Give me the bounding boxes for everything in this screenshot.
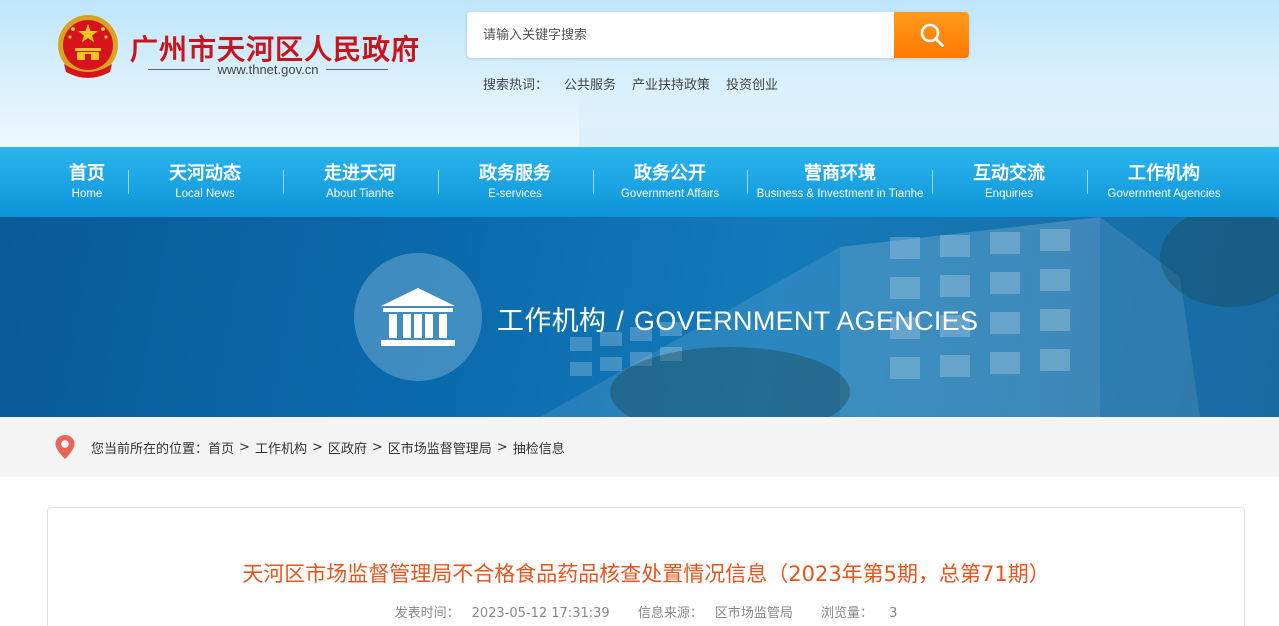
breadcrumb-link-district-government[interactable]: 区政府 (328, 438, 367, 457)
nav-item-sublabel: Government Affairs (620, 187, 720, 200)
page-banner: 工作机构 / GOVERNMENT AGENCIES (0, 217, 1279, 417)
nav-item-label: 首页 (69, 162, 105, 184)
hot-search-words: 搜索热词： 公共服务 产业扶持政策 投资创业 (483, 74, 778, 93)
breadcrumb-separator: > (496, 439, 508, 455)
view-count-label: 浏览量： (820, 606, 873, 621)
nav-divider (932, 170, 933, 194)
nav-item-label: 营商环境 (804, 162, 876, 184)
breadcrumb-separator: > (311, 439, 323, 455)
banner-title-slash: / (616, 306, 625, 336)
banner-title-en: GOVERNMENT AGENCIES (634, 306, 979, 336)
hot-word-link[interactable]: 产业扶持政策 (632, 74, 710, 93)
breadcrumb-label: 您当前所在的位置： (91, 441, 209, 457)
nav-divider (593, 170, 594, 194)
nav-item-label: 政务公开 (634, 162, 706, 184)
nav-item-e-services[interactable]: 政务服务 E-services (455, 147, 575, 217)
banner-title: 工作机构 / GOVERNMENT AGENCIES (497, 299, 978, 338)
nav-item-label: 天河动态 (169, 162, 241, 184)
nav-divider (128, 170, 129, 194)
nav-item-label: 政务服务 (479, 162, 551, 184)
view-count-value: 3 (889, 606, 898, 621)
nav-item-enquiries[interactable]: 互动交流 Enquiries (949, 147, 1069, 217)
nav-item-sublabel: E-services (488, 187, 542, 200)
site-url: www.thnet.gov.cn (148, 62, 389, 77)
nav-divider (283, 170, 284, 194)
nav-item-label: 工作机构 (1128, 162, 1200, 184)
nav-item-label: 走进天河 (324, 162, 396, 184)
publish-time-value: 2023-05-12 17:31:39 (471, 606, 610, 621)
breadcrumb-separator: > (239, 439, 250, 455)
main-nav: 首页 Home 天河动态 Local News 走进天河 About Tianh… (0, 147, 1279, 217)
article-title: 天河区市场监督管理局不合格食品药品核查处置情况信息（2023年第5期，总第71期… (242, 562, 1050, 586)
government-building-icon (381, 288, 455, 346)
info-source: 信息来源： 区市场监管局 (632, 606, 799, 621)
nav-item-sublabel: Local News (175, 187, 235, 200)
nav-item-government-affairs[interactable]: 政务公开 Government Affairs (605, 147, 735, 217)
breadcrumb-separator: > (371, 439, 383, 455)
search-input[interactable] (467, 12, 893, 58)
nav-divider (1087, 170, 1088, 194)
nav-item-local-news[interactable]: 天河动态 Local News (145, 147, 265, 217)
breadcrumb-link-agencies[interactable]: 工作机构 (255, 438, 307, 457)
hot-word-link[interactable]: 公共服务 (564, 74, 616, 93)
nav-divider (438, 170, 439, 194)
nav-item-sublabel: About Tianhe (326, 187, 394, 200)
breadcrumb-link-home[interactable]: 首页 (208, 438, 234, 457)
article-container: 天河区市场监督管理局不合格食品药品核查处置情况信息（2023年第5期，总第71期… (47, 507, 1245, 626)
search-button[interactable] (894, 12, 969, 58)
nav-item-sublabel: Government Agencies (1107, 187, 1221, 200)
info-source-label: 信息来源： (637, 606, 703, 621)
breadcrumb-link-inspection-info[interactable]: 抽检信息 (513, 438, 565, 457)
divider (148, 69, 210, 70)
search-icon (920, 23, 944, 47)
hot-search-label: 搜索热词： (483, 77, 549, 92)
site-url-text: www.thnet.gov.cn (217, 62, 319, 77)
nav-item-sublabel: Home (71, 187, 103, 200)
banner-icon-circle (354, 253, 482, 381)
info-source-value: 区市场监管局 (714, 606, 793, 621)
publish-time-label: 发表时间： (394, 606, 460, 621)
location-pin-icon (55, 435, 75, 459)
breadcrumb-link-market-supervision[interactable]: 区市场监督管理局 (388, 438, 492, 457)
national-emblem-icon[interactable] (56, 14, 120, 80)
nav-item-government-agencies[interactable]: 工作机构 Government Agencies (1099, 147, 1229, 217)
article-meta: 发表时间： 2023-05-12 17:31:39 信息来源： 区市场监管局 浏览量… (48, 602, 1244, 621)
nav-item-sublabel: Business & Investment in Tianhe (756, 187, 924, 200)
search-box (467, 12, 969, 58)
publish-time: 发表时间： 2023-05-12 17:31:39 (389, 606, 616, 621)
banner-title-cn: 工作机构 (497, 306, 607, 336)
nav-item-business-investment[interactable]: 营商环境 Business & Investment in Tianhe (752, 147, 928, 217)
nav-divider (747, 170, 748, 194)
divider (326, 69, 389, 70)
breadcrumb: 您当前所在的位置： 首页 > 工作机构 > 区政府 > 区市场监督管理局 > 抽… (0, 417, 1279, 477)
site-header: 广州市天河区人民政府 www.thnet.gov.cn 搜索热词： 公共服务 产… (0, 0, 1279, 147)
breadcrumb-inner: 您当前所在的位置： 首页 > 工作机构 > 区政府 > 区市场监督管理局 > 抽… (55, 435, 565, 459)
nav-item-about-tianhe[interactable]: 走进天河 About Tianhe (300, 147, 420, 217)
view-count: 浏览量： 3 (815, 606, 903, 621)
nav-item-label: 互动交流 (973, 162, 1045, 184)
hot-word-link[interactable]: 投资创业 (726, 74, 778, 93)
nav-item-home[interactable]: 首页 Home (40, 147, 134, 217)
nav-item-sublabel: Enquiries (985, 187, 1033, 200)
